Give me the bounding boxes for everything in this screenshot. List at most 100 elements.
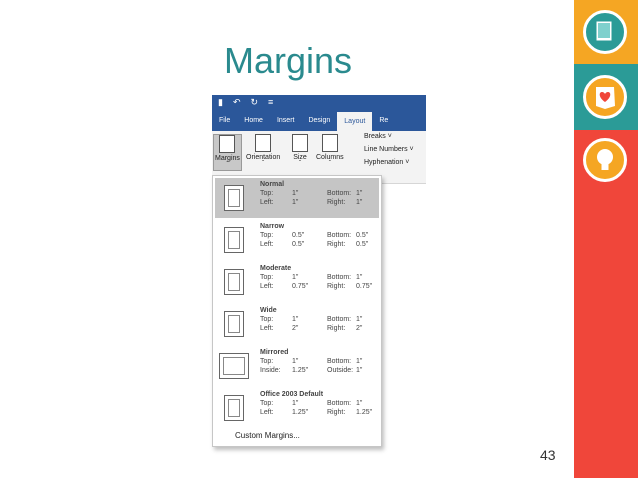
item-value: 0.5" <box>292 241 305 248</box>
item-key: Bottom: <box>327 274 352 281</box>
chevron-down-icon: ˇ <box>226 162 229 168</box>
quick-access-toolbar: ▮ ↶ ↻ ≡ <box>212 95 426 110</box>
margins-icon <box>219 135 236 153</box>
margin-preview-icon <box>219 353 249 379</box>
item-key: Inside: <box>260 367 281 374</box>
item-value: 1" <box>292 358 299 365</box>
line-numbers-button[interactable]: Line Numbers ˅ <box>364 146 414 153</box>
ribbon-tabs: File Home Insert Design Layout Re <box>212 110 426 131</box>
item-key: Bottom: <box>327 316 352 323</box>
item-value: 1" <box>292 400 299 407</box>
item-key: Right: <box>327 325 346 332</box>
tablet-icon <box>583 10 627 54</box>
orientation-label: Orientation <box>246 154 281 161</box>
item-name: Normal <box>260 181 285 188</box>
menu-item-moderate[interactable]: Moderate Top: 1" Bottom: 1" Left: 0.75" Right… <box>215 262 379 302</box>
item-value: 1.25" <box>292 367 309 374</box>
item-value: 0.75" <box>356 283 373 290</box>
margins-dropdown-menu: Normal Top: 1" Bottom: 1" Left: 1" Right: 1" N… <box>212 175 382 447</box>
size-icon <box>292 134 308 152</box>
item-key: Bottom: <box>327 358 352 365</box>
chevron-down-icon: ˇ <box>262 161 265 167</box>
item-value: 0.5" <box>292 232 305 239</box>
tab-home[interactable]: Home <box>237 110 270 131</box>
customize-icon[interactable]: ≡ <box>268 97 273 107</box>
item-value: 1" <box>292 190 299 197</box>
item-value: 1" <box>292 316 299 323</box>
item-value: 1" <box>356 400 363 407</box>
item-key: Top: <box>260 232 274 239</box>
item-value: 1.25" <box>292 409 309 416</box>
item-key: Right: <box>327 283 346 290</box>
tab-design[interactable]: Design <box>301 110 337 131</box>
margins-label: Margins <box>215 155 240 162</box>
margin-preview-icon <box>224 185 244 211</box>
menu-item-mirrored[interactable]: Mirrored Top: 1" Bottom: 1" Inside: 1.25" Out… <box>215 346 379 386</box>
item-key: Left: <box>260 409 274 416</box>
item-name: Office 2003 Default <box>260 391 324 398</box>
item-value: 0.5" <box>356 241 369 248</box>
menu-item-office-2003-default[interactable]: Office 2003 Default Top: 1" Bottom: 1" Left… <box>215 388 379 428</box>
item-key: Outside: <box>327 367 354 374</box>
tab-file[interactable]: File <box>212 110 237 131</box>
orientation-button[interactable]: Orientation ˇ <box>246 134 280 167</box>
columns-label: Columns <box>316 154 344 161</box>
item-value: 2" <box>356 325 363 332</box>
strip-band-red-bottom <box>574 192 638 478</box>
decorative-strip <box>574 0 638 478</box>
item-name: Wide <box>260 307 277 314</box>
margin-preview-icon <box>224 311 244 337</box>
ohio-heart-icon <box>583 75 627 119</box>
item-key: Top: <box>260 274 274 281</box>
lightbulb-icon <box>583 138 627 182</box>
chevron-down-icon: ˇ <box>299 161 301 167</box>
size-button[interactable]: Size ˇ <box>292 134 308 167</box>
item-key: Top: <box>260 358 274 365</box>
item-name: Mirrored <box>260 349 289 356</box>
item-key: Left: <box>260 283 274 290</box>
columns-icon <box>321 134 338 152</box>
item-key: Left: <box>260 199 274 206</box>
margins-button[interactable]: Margins ˇ <box>213 134 242 171</box>
tab-layout[interactable]: Layout <box>337 112 373 131</box>
item-key: Top: <box>260 400 274 407</box>
item-key: Left: <box>260 325 274 332</box>
menu-item-narrow[interactable]: Narrow Top: 0.5" Bottom: 0.5" Left: 0.5" Righ… <box>215 220 379 260</box>
orientation-icon <box>255 134 272 152</box>
item-key: Bottom: <box>327 232 352 239</box>
item-name: Moderate <box>260 265 292 272</box>
tab-references[interactable]: Re <box>372 110 395 131</box>
item-value: 1.25" <box>356 409 373 416</box>
undo-icon[interactable]: ↶ <box>233 97 241 107</box>
tab-insert[interactable]: Insert <box>270 110 302 131</box>
hyphenation-button[interactable]: Hyphenation ˅ <box>364 159 409 166</box>
item-value: 1" <box>356 190 363 197</box>
item-key: Right: <box>327 241 346 248</box>
menu-item-wide[interactable]: Wide Top: 1" Bottom: 1" Left: 2" Right: 2" <box>215 304 379 344</box>
item-value: 1" <box>356 316 363 323</box>
item-value: 0.5" <box>356 232 369 239</box>
size-label: Size <box>293 154 307 161</box>
item-key: Top: <box>260 316 274 323</box>
item-value: 1" <box>292 274 299 281</box>
item-value: 1" <box>356 274 363 281</box>
item-key: Left: <box>260 241 274 248</box>
columns-button[interactable]: Columns ˇ <box>316 134 344 167</box>
item-key: Right: <box>327 199 346 206</box>
item-key: Bottom: <box>327 190 352 197</box>
margin-preview-icon <box>224 395 244 421</box>
item-value: 1" <box>356 358 363 365</box>
margin-preview-icon <box>224 269 244 295</box>
slide-title: Margins <box>224 40 353 81</box>
item-value: 1" <box>292 199 299 206</box>
page-number: 43 <box>540 447 556 463</box>
custom-margins-item[interactable]: Custom Margins... <box>235 431 300 440</box>
breaks-button[interactable]: Breaks ˅ <box>364 133 392 140</box>
menu-item-normal[interactable]: Normal Top: 1" Bottom: 1" Left: 1" Right: 1" <box>215 178 379 218</box>
item-key: Bottom: <box>327 400 352 407</box>
save-icon[interactable]: ▮ <box>218 97 223 107</box>
item-value: 0.75" <box>292 283 309 290</box>
item-value: 2" <box>292 325 299 332</box>
chevron-down-icon: ˇ <box>328 161 331 167</box>
redo-icon[interactable]: ↻ <box>251 97 259 107</box>
